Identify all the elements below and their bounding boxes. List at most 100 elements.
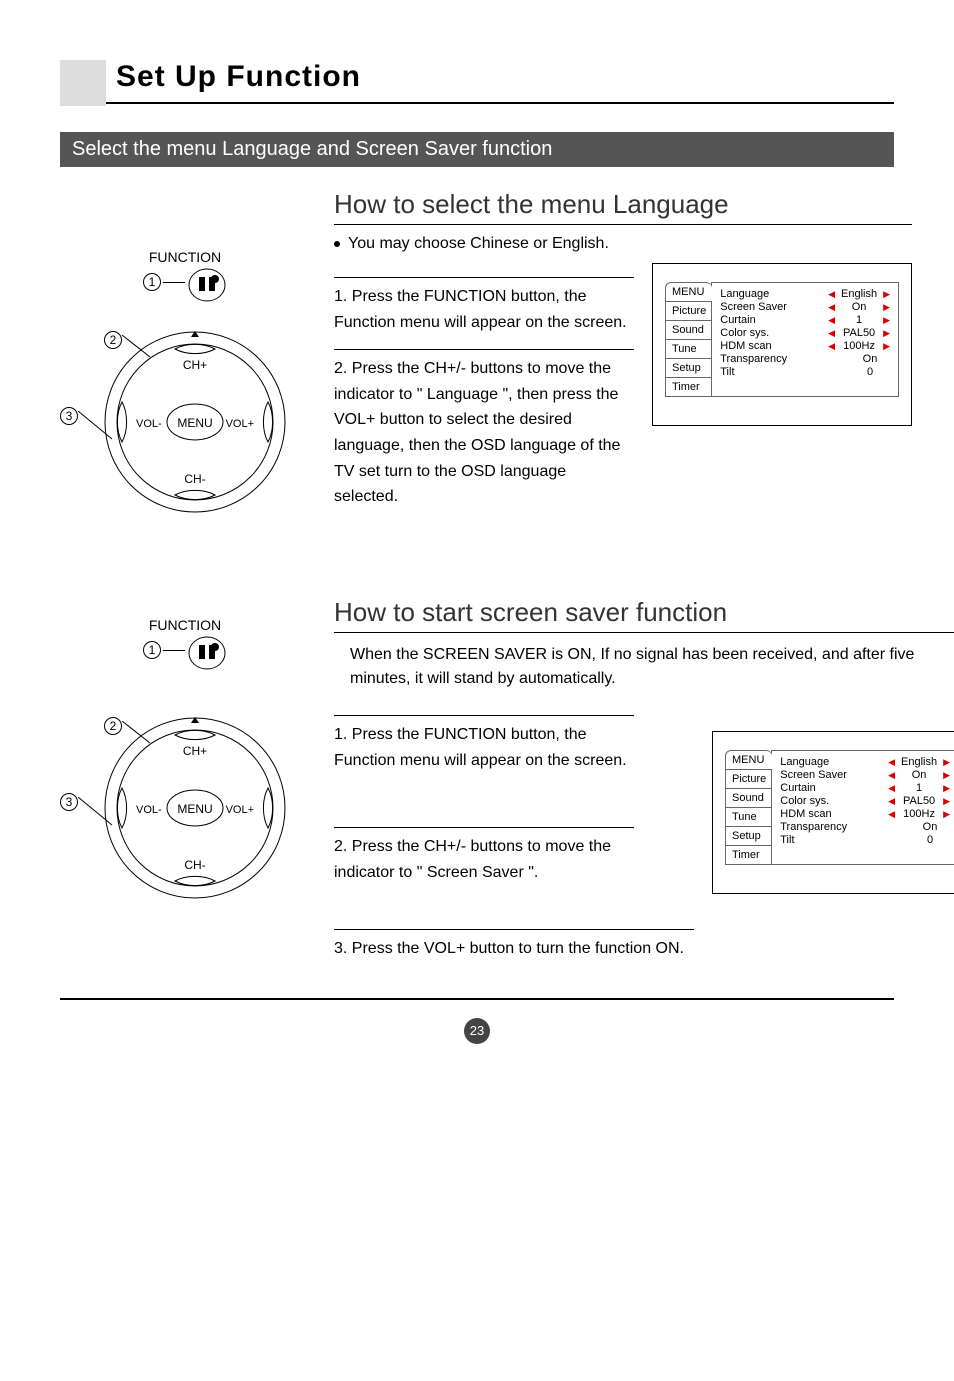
section2-desc: When the SCREEN SAVER is ON, If no signa…: [350, 643, 954, 691]
ch-minus-label: CH-: [184, 472, 205, 486]
osd-row-language: Language◀English▶: [780, 756, 950, 768]
footer-rule: [60, 998, 894, 1000]
right-arrow-icon: ▶: [883, 303, 890, 312]
decorative-square: [60, 60, 106, 106]
osd-row-hdmscan: HDM scan◀100Hz▶: [720, 340, 890, 352]
osd-tab-menu: MENU: [665, 282, 712, 301]
remote-diagram-1: FUNCTION 1 2 3: [60, 249, 310, 521]
left-arrow-icon: ◀: [828, 342, 835, 351]
callout-1b: 1: [143, 641, 161, 659]
function-icon: [187, 267, 227, 303]
section2-title: How to start screen saver function: [334, 597, 954, 633]
right-column-2: How to start screen saver function When …: [334, 597, 954, 962]
section-subhead: Select the menu Language and Screen Save…: [60, 132, 894, 167]
s2-step1-text: 1. Press the FUNCTION button, the Functi…: [334, 722, 634, 773]
osd-tab-sound: Sound: [665, 320, 712, 339]
osd-row-language: Language◀English▶: [720, 288, 890, 300]
osd-row-screensaver: Screen Saver◀On▶: [780, 769, 950, 781]
s2-step2-text: 2. Press the CH+/- buttons to move the i…: [334, 834, 634, 885]
page-title: Set Up Function: [116, 60, 894, 94]
callout-lead: [163, 650, 185, 651]
section2-text: 1. Press the FUNCTION button, the Functi…: [334, 701, 694, 962]
osd-panel-2: Language◀English▶ Screen Saver◀On▶ Curta…: [771, 750, 954, 865]
right-arrow-icon: ▶: [883, 342, 890, 351]
function-button-row: 1: [60, 267, 310, 303]
section-1: FUNCTION 1 2 3: [60, 189, 894, 557]
menu-label: MENU: [177, 416, 212, 430]
osd-row-transparency: TransparencyOn: [720, 353, 890, 365]
remote-ring-icon-2: CH+ CH- VOL- VOL+ MENU: [100, 713, 290, 903]
section1-step1: 1. Press the FUNCTION button, the Functi…: [334, 277, 634, 335]
osd-tab-timer: Timer: [725, 845, 772, 865]
left-arrow-icon: ◀: [828, 329, 835, 338]
callout-lead: [163, 282, 185, 283]
osd-row-tilt: Tilt0: [780, 834, 950, 846]
ch-plus-label: CH+: [183, 358, 207, 372]
left-arrow-icon: ◀: [828, 303, 835, 312]
remote-diagram-2a: FUNCTION 1: [60, 617, 310, 671]
osd-row-screensaver: Screen Saver◀On▶: [720, 301, 890, 313]
svg-text:VOL-: VOL-: [136, 804, 162, 816]
osd-tab-sound: Sound: [725, 788, 772, 807]
osd-screenshot-1: MENU Picture Sound Tune Setup Timer Lang…: [652, 263, 912, 426]
section2-step1: 1. Press the FUNCTION button, the Functi…: [334, 715, 634, 773]
left-arrow-icon: ◀: [888, 758, 895, 767]
right-column-1: How to select the menu Language You may …: [334, 189, 912, 557]
bullet-icon: [334, 241, 340, 247]
function-label: FUNCTION: [60, 249, 310, 265]
step1-text: 1. Press the FUNCTION button, the Functi…: [334, 284, 634, 335]
s2-step3-text: 3. Press the VOL+ button to turn the fun…: [334, 936, 694, 962]
svg-text:VOL+: VOL+: [226, 804, 254, 816]
right-arrow-icon: ▶: [883, 329, 890, 338]
right-arrow-icon: ▶: [943, 784, 950, 793]
osd-screenshot-2: MENU Picture Sound Tune Setup Timer Lang…: [712, 731, 954, 894]
section2-step2: 2. Press the CH+/- buttons to move the i…: [334, 827, 634, 885]
osd-panel: Language◀English▶ Screen Saver◀On▶ Curta…: [711, 282, 899, 397]
osd-tab-menu: MENU: [725, 750, 772, 769]
function-label-2: FUNCTION: [60, 617, 310, 633]
svg-text:CH-: CH-: [184, 858, 205, 872]
page: Set Up Function Select the menu Language…: [0, 0, 954, 1074]
remote-ring-icon: CH+ CH- VOL- VOL+ MENU: [100, 327, 290, 517]
section1-bullet: You may choose Chinese or English.: [334, 235, 912, 253]
osd-row-colorsys: Color sys.◀PAL50▶: [720, 327, 890, 339]
bullet-text: You may choose Chinese or English.: [348, 235, 609, 253]
osd-menu-2: MENU Picture Sound Tune Setup Timer Lang…: [725, 750, 954, 865]
callout-3b: 3: [60, 793, 78, 811]
section1-text: 1. Press the FUNCTION button, the Functi…: [334, 263, 634, 510]
function-icon: [187, 635, 227, 671]
osd-row-curtain: Curtain◀1▶: [780, 782, 950, 794]
left-arrow-icon: ◀: [888, 810, 895, 819]
left-arrow-icon: ◀: [888, 797, 895, 806]
section2-step3: 3. Press the VOL+ button to turn the fun…: [334, 929, 694, 962]
section1-body: 1. Press the FUNCTION button, the Functi…: [334, 263, 912, 510]
osd-tab-setup: Setup: [725, 826, 772, 845]
right-arrow-icon: ▶: [883, 290, 890, 299]
step2-text: 2. Press the CH+/- buttons to move the i…: [334, 356, 634, 510]
remote-diagram-2b: 2 3 CH+ CH- VOL-: [60, 707, 310, 907]
svg-text:CH+: CH+: [183, 744, 207, 758]
title-bar: Set Up Function: [60, 60, 894, 104]
right-arrow-icon: ▶: [883, 316, 890, 325]
left-arrow-icon: ◀: [888, 771, 895, 780]
section1-title: How to select the menu Language: [334, 189, 912, 225]
osd-row-hdmscan: HDM scan◀100Hz▶: [780, 808, 950, 820]
section-2: FUNCTION 1 2 3: [60, 597, 894, 962]
osd-tab-setup: Setup: [665, 358, 712, 377]
left-arrow-icon: ◀: [828, 316, 835, 325]
right-arrow-icon: ▶: [943, 797, 950, 806]
osd-tab-picture: Picture: [665, 301, 712, 320]
vol-minus-label: VOL-: [136, 418, 162, 430]
left-arrow-icon: ◀: [828, 290, 835, 299]
osd-menu: MENU Picture Sound Tune Setup Timer Lang…: [665, 282, 899, 397]
section2-body: 1. Press the FUNCTION button, the Functi…: [334, 701, 954, 962]
callout-1: 1: [143, 273, 161, 291]
page-number: 23: [464, 1018, 490, 1044]
left-column-2: FUNCTION 1 2 3: [60, 597, 310, 962]
left-arrow-icon: ◀: [888, 784, 895, 793]
right-arrow-icon: ▶: [943, 758, 950, 767]
right-arrow-icon: ▶: [943, 810, 950, 819]
left-column: FUNCTION 1 2 3: [60, 189, 310, 557]
osd-row-tilt: Tilt0: [720, 366, 890, 378]
osd-tab-tune: Tune: [725, 807, 772, 826]
